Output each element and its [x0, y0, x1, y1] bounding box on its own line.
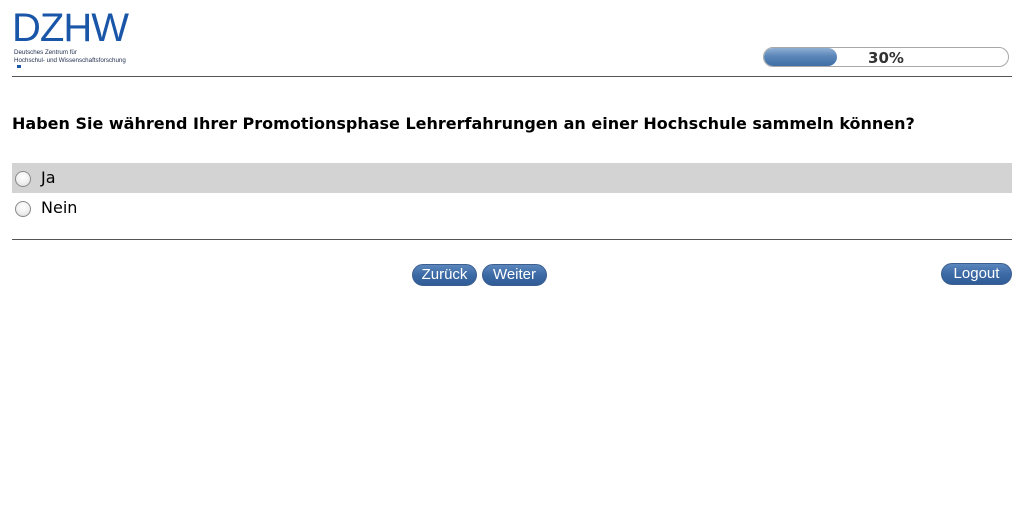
option-nein[interactable]: Nein — [12, 193, 1012, 223]
logo-subtitle-line1: Deutsches Zentrum für — [14, 49, 77, 56]
logo-subtitle-line2: Hochschul- und Wissenschaftsforschung — [14, 57, 126, 64]
survey-page: DZHW Deutsches Zentrum für Hochschul- un… — [0, 0, 1024, 505]
option-ja-label: Ja — [41, 168, 56, 187]
logo-subtitle: Deutsches Zentrum für Hochschul- und Wis… — [14, 49, 149, 68]
back-button[interactable]: Zurück — [412, 264, 477, 286]
next-button[interactable]: Weiter — [482, 264, 547, 286]
option-ja[interactable]: Ja — [12, 163, 1012, 193]
logout-button[interactable]: Logout — [941, 263, 1012, 285]
progress-bar: 30% — [763, 47, 1009, 67]
radio-nein[interactable] — [15, 201, 31, 217]
header-divider — [12, 76, 1012, 77]
option-nein-label: Nein — [41, 198, 78, 217]
footer-divider — [12, 239, 1012, 240]
radio-ja[interactable] — [15, 171, 31, 187]
logo-wordmark: DZHW — [12, 6, 129, 50]
question-text: Haben Sie während Ihrer Promotionsphase … — [12, 114, 915, 133]
logo-dot-icon — [17, 65, 21, 68]
dzhw-logo: DZHW Deutsches Zentrum für Hochschul- un… — [12, 8, 147, 68]
progress-label: 30% — [868, 49, 904, 67]
